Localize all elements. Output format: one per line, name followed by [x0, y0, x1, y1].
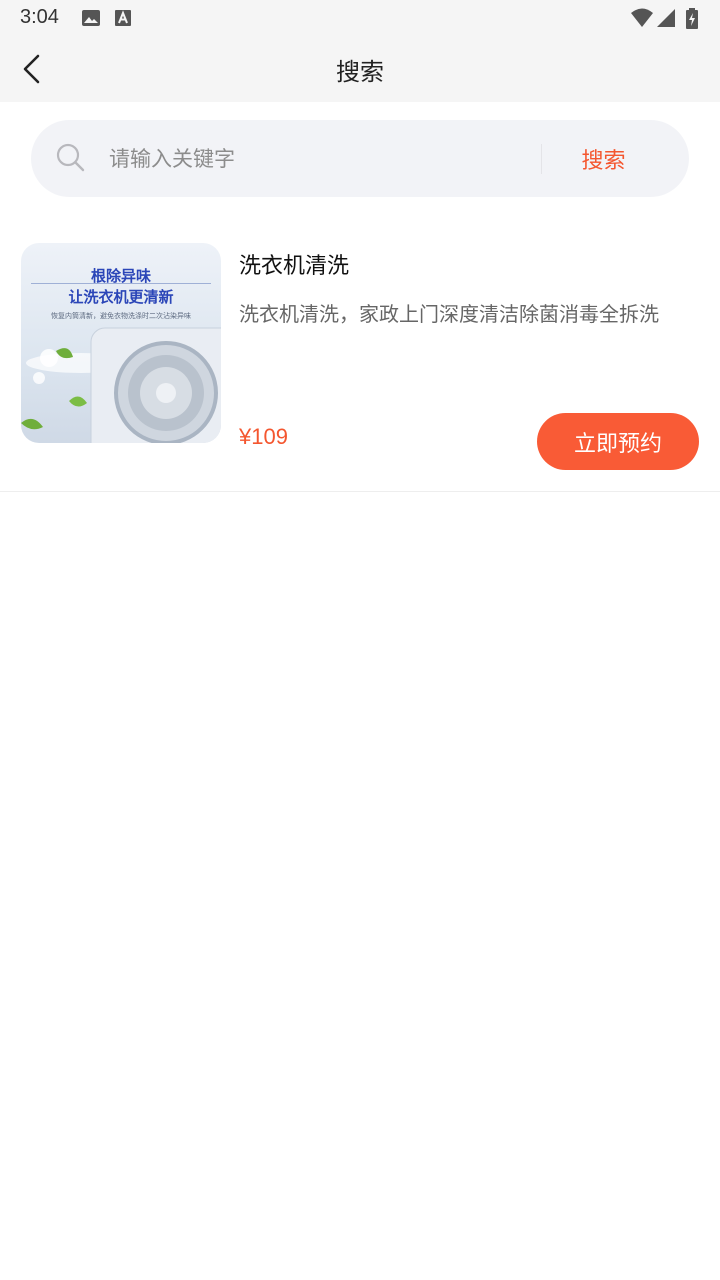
- image-icon: [82, 10, 100, 26]
- item-description: 洗衣机清洗，家政上门深度清洁除菌消毒全拆洗: [239, 302, 659, 326]
- nav-bar: 搜索: [0, 36, 720, 102]
- thumbnail-caption: 恢复内筒清新，避免衣物洗涤时二次沾染异味: [51, 312, 191, 320]
- thumbnail-divider: [31, 283, 211, 284]
- battery-charging-icon: [686, 8, 698, 29]
- signal-icon: [657, 9, 675, 27]
- search-icon: [56, 143, 85, 172]
- item-title: 洗衣机清洗: [239, 254, 350, 279]
- product-thumbnail: 根除异味 让洗衣机更清新 恢复内筒清新，避免衣物洗涤时二次沾染异味: [21, 243, 221, 443]
- search-bar: 搜索: [31, 120, 689, 197]
- thumbnail-subheadline: 让洗衣机更清新: [68, 288, 174, 306]
- list-item[interactable]: 根除异味 让洗衣机更清新 恢复内筒清新，避免衣物洗涤时二次沾染异味 洗衣机清洗 …: [0, 228, 720, 492]
- status-bar: 3:04: [0, 0, 720, 36]
- font-a-icon: [115, 10, 131, 26]
- washing-machine-illustration: [21, 327, 221, 443]
- status-time: 3:04: [20, 6, 59, 28]
- page-title: 搜索: [336, 58, 384, 86]
- search-divider: [541, 144, 542, 174]
- wifi-icon: [631, 8, 653, 27]
- item-price: ¥109: [239, 424, 288, 449]
- book-now-button[interactable]: 立即预约: [537, 413, 699, 470]
- search-button[interactable]: 搜索: [551, 138, 656, 180]
- search-input[interactable]: [109, 140, 529, 178]
